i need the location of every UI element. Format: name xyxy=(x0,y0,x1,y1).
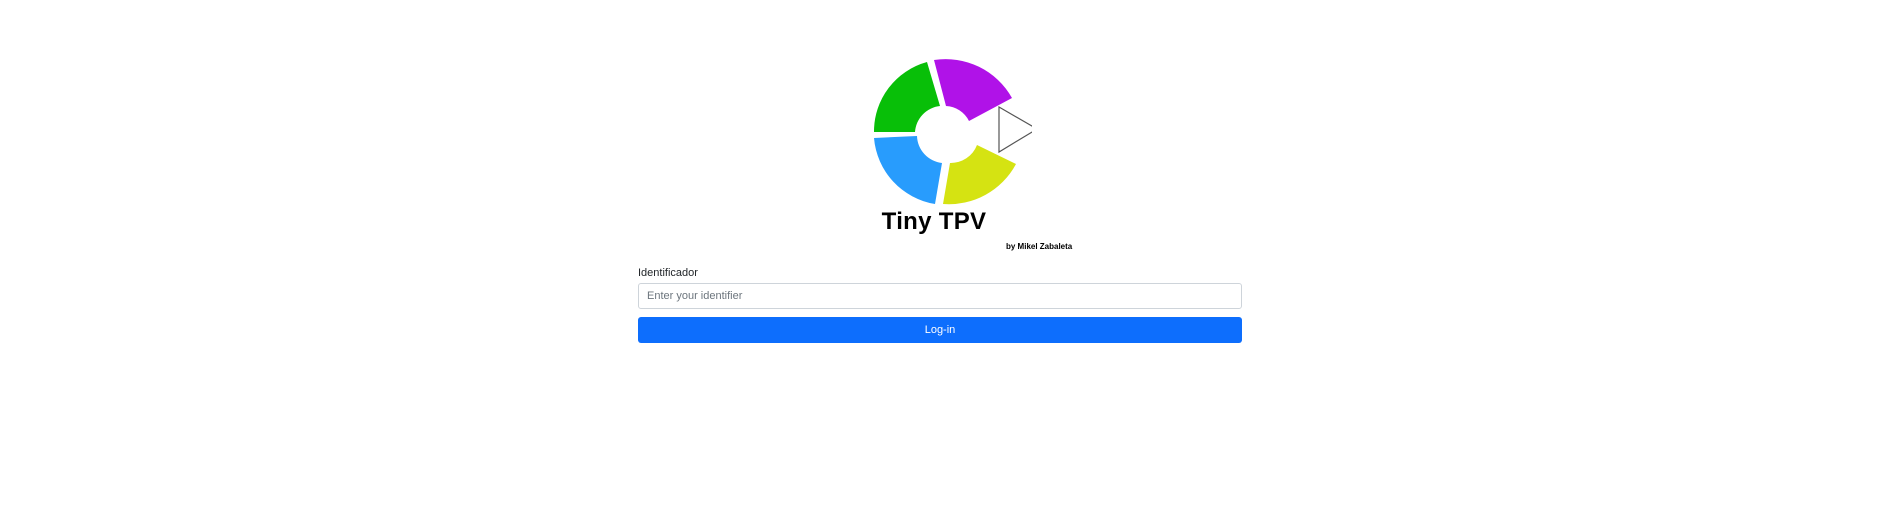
login-button[interactable]: Log-in xyxy=(638,317,1242,343)
app-title: Tiny TPV xyxy=(881,208,987,235)
identifier-label: Identificador xyxy=(638,267,698,279)
login-form: Identificador Log-in xyxy=(638,266,1242,343)
identifier-input[interactable] xyxy=(638,283,1242,309)
login-page: Tiny TPV by Mikel Zabaleta Identificador… xyxy=(0,0,1892,516)
app-byline: by Mikel Zabaleta xyxy=(1006,242,1073,251)
play-triangle-icon xyxy=(998,105,1032,154)
logo-segment-yellow xyxy=(943,145,1016,205)
tpv-logo-icon xyxy=(873,59,1032,205)
logo-segment-blue xyxy=(874,136,942,204)
logo-segment-green xyxy=(873,62,940,132)
